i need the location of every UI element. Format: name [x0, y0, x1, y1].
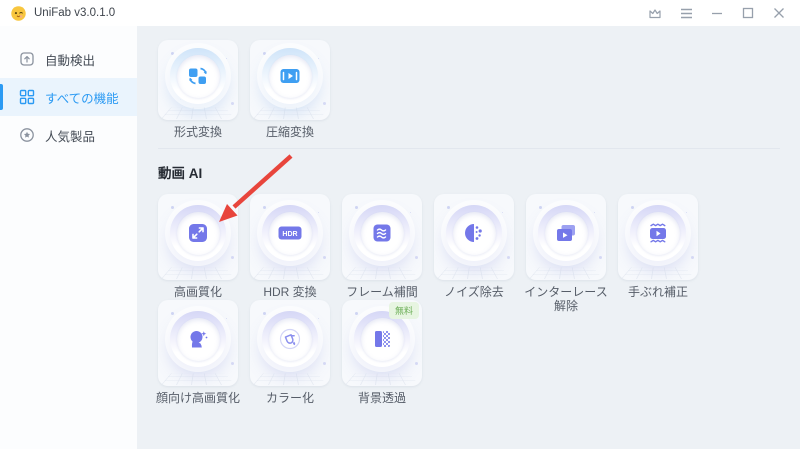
tool-card	[342, 194, 422, 280]
denoise-icon	[462, 221, 486, 245]
tool-label: 背景透過	[336, 391, 428, 405]
tool-deinterlace[interactable]: インターレース解除	[526, 194, 606, 280]
stabilizer-icon	[646, 221, 670, 245]
tool-card	[250, 40, 330, 120]
bg-transparent-icon	[370, 327, 394, 351]
card-floor-grid	[621, 267, 695, 279]
tool-label: HDR 変換	[244, 285, 336, 299]
card-floor-grid	[161, 373, 235, 385]
sidebar: 自動検出 すべての機能 人気製品	[0, 26, 137, 449]
tool-denoise[interactable]: ノイズ除去	[434, 194, 514, 280]
sidebar-item-all-features[interactable]: すべての機能	[0, 78, 137, 116]
tool-hdr-convert[interactable]: HDR HDR 変換	[250, 194, 330, 280]
tool-card	[158, 194, 238, 280]
maximize-icon	[742, 7, 754, 19]
general-tools-row: 形式変換 圧縮変換	[158, 40, 780, 120]
star-circle-icon	[19, 127, 35, 143]
tool-card: 無料	[342, 300, 422, 386]
hdr-icon: HDR	[277, 221, 303, 245]
tool-face-upscale[interactable]: 顔向け高画質化	[158, 300, 238, 386]
app-logo-icon	[10, 5, 27, 22]
tool-card: HDR	[250, 194, 330, 280]
tool-format-convert[interactable]: 形式変換	[158, 40, 238, 120]
maximize-button[interactable]	[737, 3, 759, 23]
tool-label: インターレース解除	[520, 285, 612, 313]
svg-text:HDR: HDR	[282, 231, 297, 238]
minimize-button[interactable]	[706, 3, 728, 23]
deinterlace-icon	[554, 221, 578, 245]
sidebar-item-auto-detect[interactable]: 自動検出	[0, 40, 137, 78]
card-floor-grid	[345, 267, 419, 279]
ai-tools-row-2: 顔向け高画質化 カラー化 無	[158, 300, 780, 386]
section-divider	[158, 148, 780, 149]
tool-label: カラー化	[244, 391, 336, 405]
tool-label: 形式変換	[152, 125, 244, 139]
compress-convert-icon	[278, 64, 302, 88]
tool-card	[250, 300, 330, 386]
tool-bg-transparent[interactable]: 無料 背景透過	[342, 300, 422, 386]
card-floor-grid	[529, 267, 603, 279]
tool-label: 圧縮変換	[244, 125, 336, 139]
tool-card	[158, 300, 238, 386]
format-convert-icon	[186, 64, 210, 88]
titlebar: UniFab v3.0.1.0	[0, 0, 800, 26]
tool-compress-convert[interactable]: 圧縮変換	[250, 40, 330, 120]
tool-card	[158, 40, 238, 120]
tool-frame-interpolation[interactable]: フレーム補間	[342, 194, 422, 280]
close-icon	[773, 7, 785, 19]
tool-card	[434, 194, 514, 280]
menu-icon	[680, 8, 693, 19]
card-floor-grid	[345, 373, 419, 385]
tool-label: 手ぶれ補正	[612, 285, 704, 299]
auto-detect-icon	[19, 51, 35, 67]
tool-label: 顔向け高画質化	[152, 391, 244, 405]
card-floor-grid	[253, 107, 327, 119]
upscale-icon	[186, 221, 210, 245]
free-badge: 無料	[389, 302, 419, 319]
card-floor-grid	[437, 267, 511, 279]
sidebar-item-label: すべての機能	[45, 88, 119, 107]
sidebar-item-popular-products[interactable]: 人気製品	[0, 116, 137, 154]
ai-tools-row-1: 高画質化 HDR HDR 変換	[158, 194, 780, 280]
crown-icon	[648, 7, 662, 19]
tool-label: フレーム補間	[336, 285, 428, 299]
window-controls	[644, 3, 790, 23]
sidebar-item-label: 自動検出	[45, 50, 95, 69]
face-upscale-icon	[186, 327, 210, 351]
card-floor-grid	[253, 373, 327, 385]
sidebar-item-label: 人気製品	[45, 126, 95, 145]
tool-label: ノイズ除去	[428, 285, 520, 299]
crown-button[interactable]	[644, 3, 666, 23]
tool-colorize[interactable]: カラー化	[250, 300, 330, 386]
card-floor-grid	[253, 267, 327, 279]
tool-label: 高画質化	[152, 285, 244, 299]
tool-upscale[interactable]: 高画質化	[158, 194, 238, 280]
minimize-icon	[711, 7, 723, 19]
menu-button[interactable]	[675, 3, 697, 23]
close-button[interactable]	[768, 3, 790, 23]
colorize-icon	[278, 327, 302, 351]
tool-stabilizer[interactable]: 手ぶれ補正	[618, 194, 698, 280]
main-content: 形式変換 圧縮変換 動画 AI	[137, 26, 800, 449]
grid-icon	[19, 89, 35, 105]
card-floor-grid	[161, 267, 235, 279]
app-title: UniFab v3.0.1.0	[34, 7, 115, 19]
card-floor-grid	[161, 107, 235, 119]
frame-interpolation-icon	[370, 221, 394, 245]
tool-card	[526, 194, 606, 280]
section-title-video-ai: 動画 AI	[158, 162, 780, 182]
tool-card	[618, 194, 698, 280]
